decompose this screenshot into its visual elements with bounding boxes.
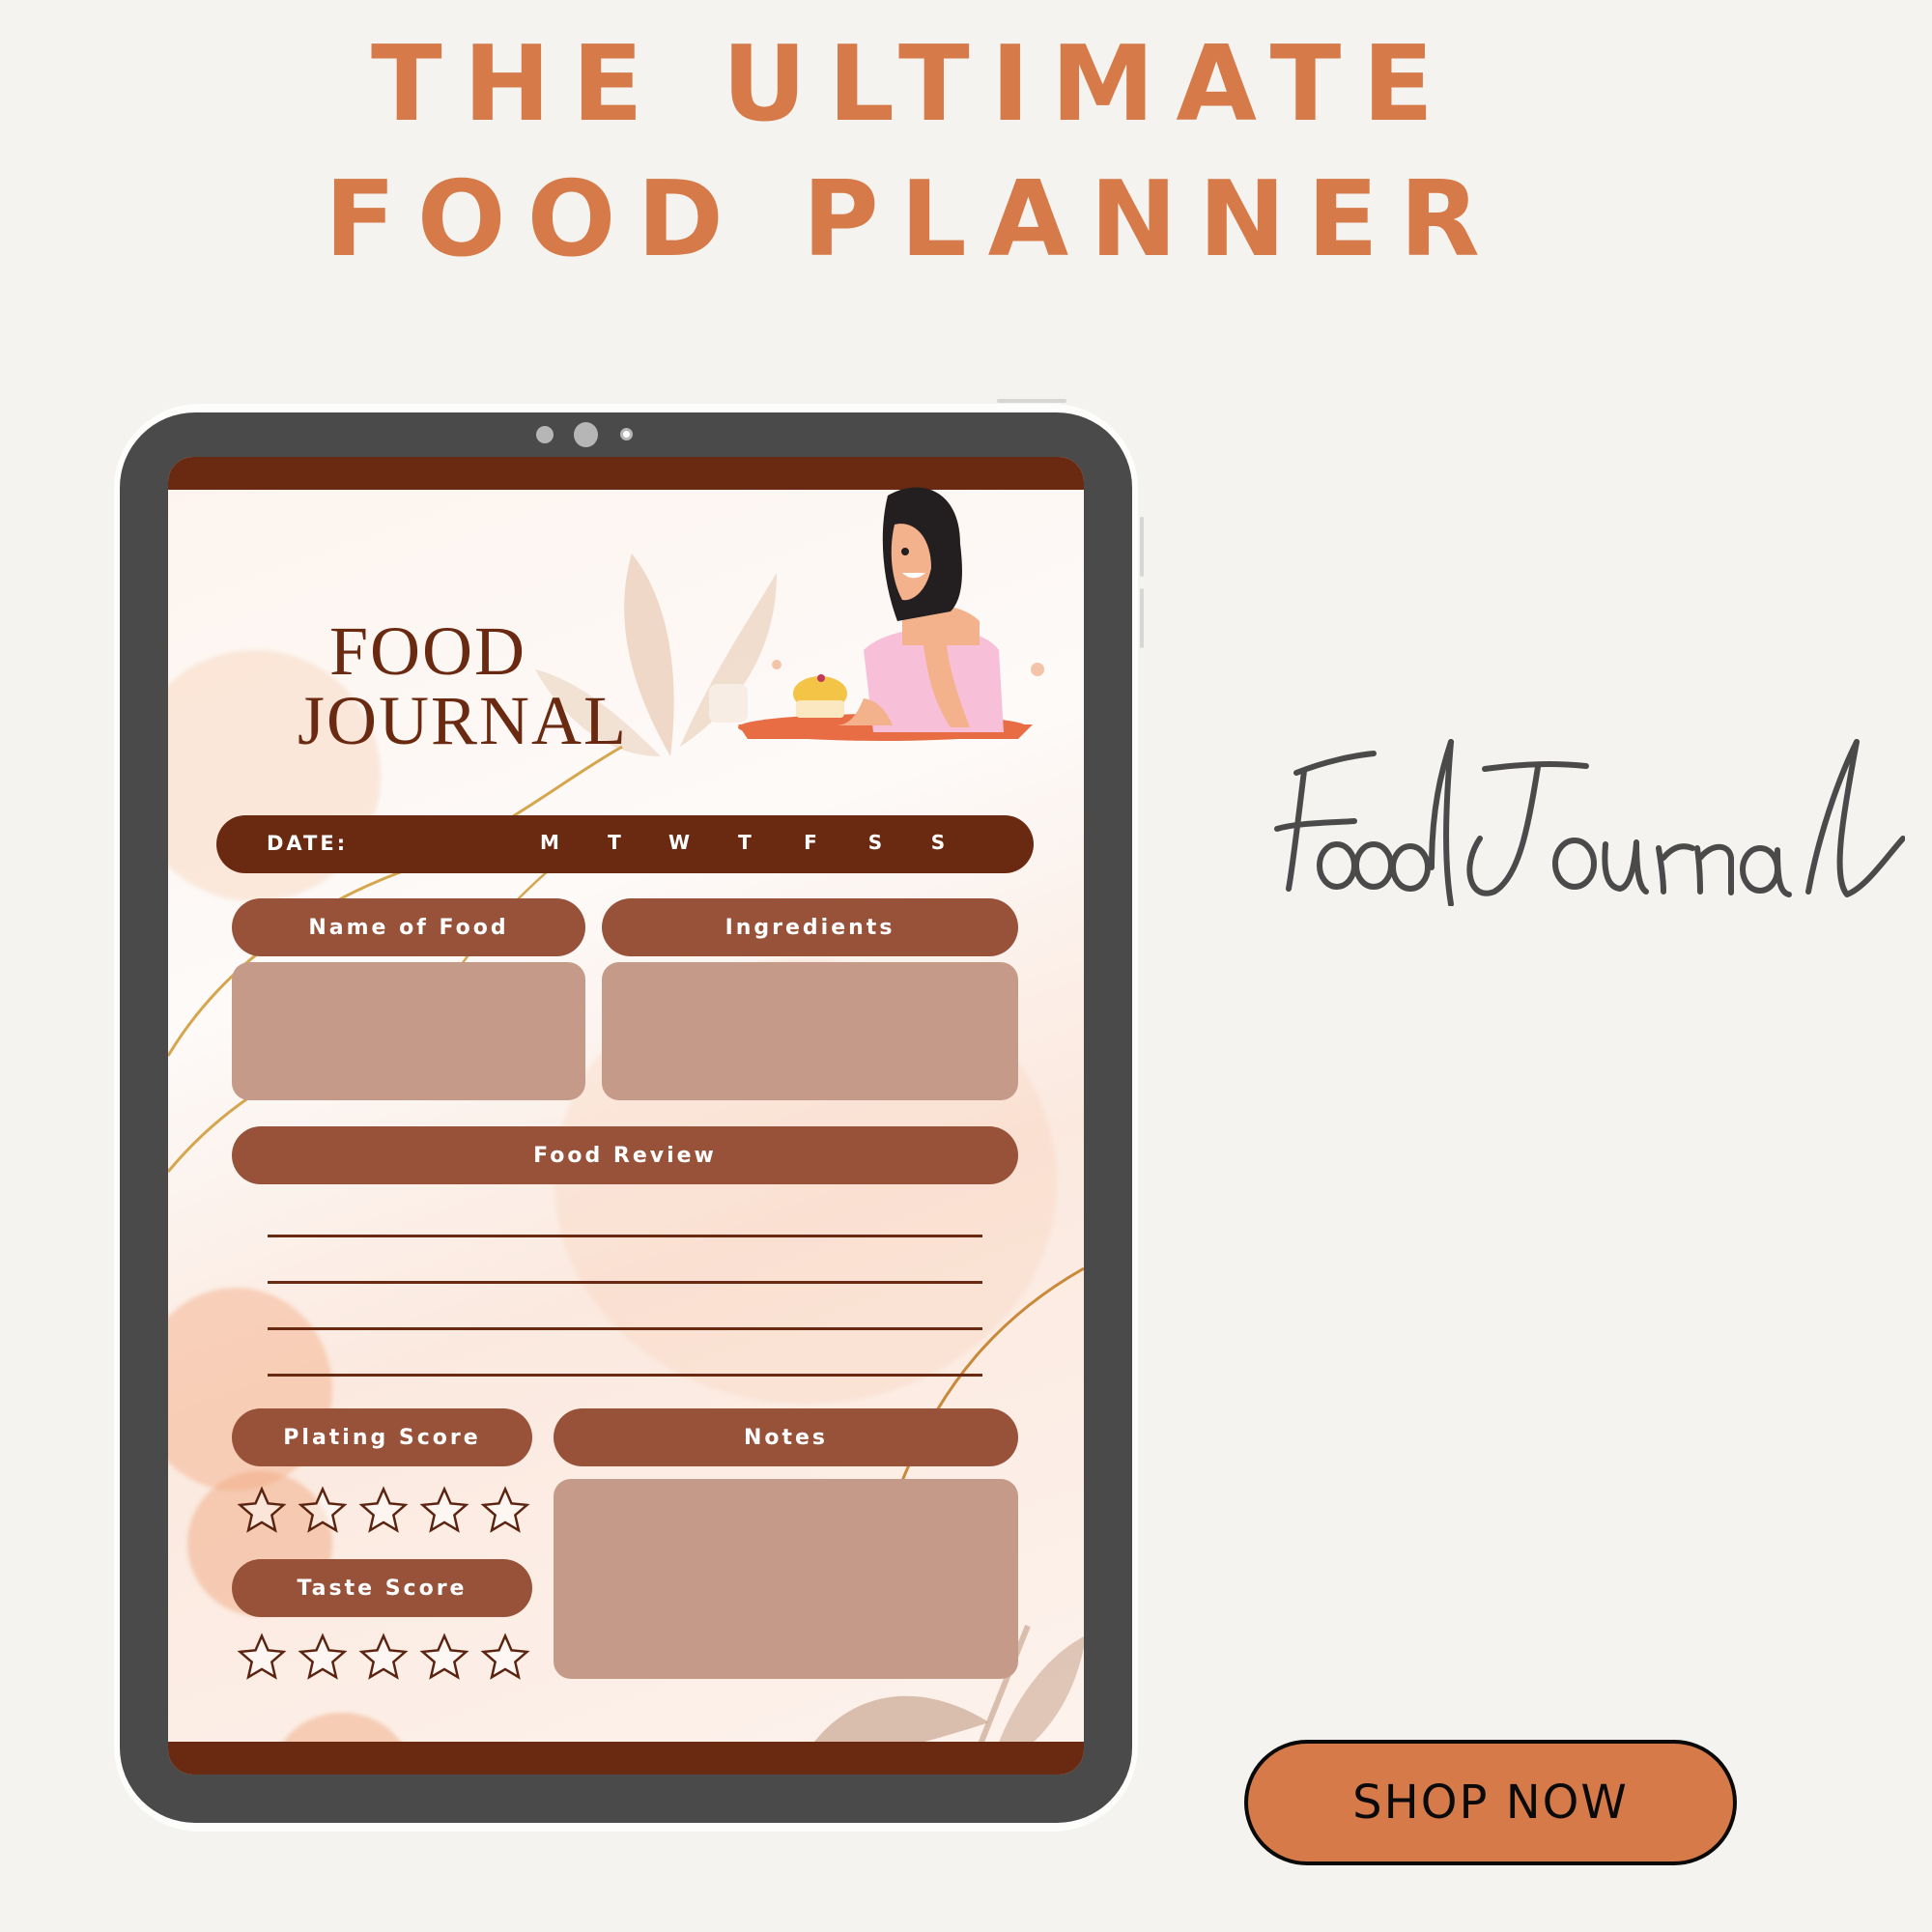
star-empty-icon[interactable] [479, 1632, 531, 1684]
tablet-top-button [997, 399, 1066, 403]
star-empty-icon[interactable] [357, 1632, 410, 1684]
plating-score-header: Plating Score [232, 1408, 532, 1466]
day-wednesday[interactable]: W [665, 831, 694, 854]
screen-bottom-bar [168, 1742, 1084, 1775]
plating-score-rating[interactable] [236, 1485, 531, 1537]
food-journal-script-title: Food Journal [1274, 739, 1905, 906]
ingredients-header: Ingredients [602, 898, 1018, 956]
woman-eating-illustration [709, 487, 1044, 741]
tablet-light-sensor-icon [620, 428, 633, 440]
day-monday[interactable]: M [535, 831, 564, 854]
star-empty-icon[interactable] [357, 1485, 410, 1537]
star-empty-icon[interactable] [297, 1485, 349, 1537]
star-empty-icon[interactable] [479, 1485, 531, 1537]
day-thursday[interactable]: T [730, 831, 759, 854]
headline-line-1: THE ULTIMATE [370, 24, 1456, 145]
name-of-food-field[interactable] [232, 962, 585, 1100]
star-empty-icon[interactable] [236, 1632, 288, 1684]
day-sunday[interactable]: S [923, 831, 952, 854]
star-empty-icon[interactable] [418, 1485, 470, 1537]
ingredients-field[interactable] [602, 962, 1018, 1100]
star-empty-icon[interactable] [236, 1485, 288, 1537]
review-line[interactable] [268, 1374, 982, 1377]
day-friday[interactable]: F [796, 831, 825, 854]
shop-now-button[interactable]: SHOP NOW [1244, 1740, 1737, 1865]
review-line[interactable] [268, 1235, 982, 1237]
tablet-camera-icon [574, 422, 598, 447]
day-saturday[interactable]: S [861, 831, 890, 854]
review-line[interactable] [268, 1281, 982, 1284]
tablet-volume-down-button [1140, 588, 1144, 648]
food-review-header: Food Review [232, 1126, 1018, 1184]
review-line[interactable] [268, 1327, 982, 1330]
taste-score-header: Taste Score [232, 1559, 532, 1617]
day-tuesday[interactable]: T [600, 831, 629, 854]
date-label: DATE: [267, 832, 349, 855]
notes-header: Notes [554, 1408, 1018, 1466]
star-empty-icon[interactable] [418, 1632, 470, 1684]
tablet-screen: FOOD JOURNAL DATE: M T W T F S S Name of… [168, 457, 1084, 1775]
tablet-volume-up-button [1140, 517, 1144, 577]
headline-line-2: FOOD PLANNER [325, 159, 1501, 280]
taste-score-rating[interactable] [236, 1632, 531, 1684]
date-bar: DATE: M T W T F S S [216, 815, 1034, 873]
journal-title-line-1: FOOD [329, 612, 527, 690]
name-of-food-header: Name of Food [232, 898, 585, 956]
tablet-sensor-icon [536, 426, 554, 443]
journal-title-line-2: JOURNAL [298, 682, 629, 759]
star-empty-icon[interactable] [297, 1632, 349, 1684]
notes-field[interactable] [554, 1479, 1018, 1679]
